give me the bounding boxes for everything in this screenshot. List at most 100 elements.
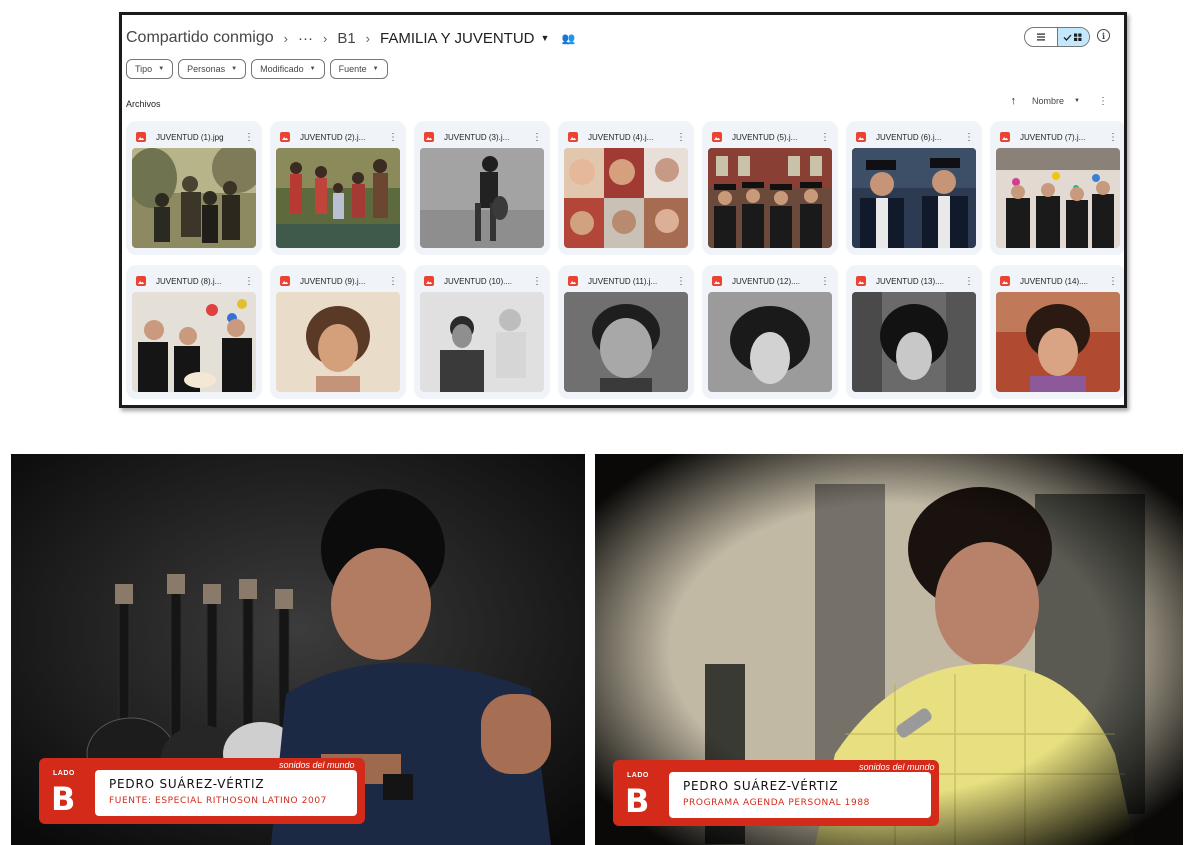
caret-down-icon[interactable]: ▼ <box>541 33 550 43</box>
drive-folder-panel: Compartido conmigo › ··· › B1 › FAMILIA … <box>119 12 1127 408</box>
more-options-icon[interactable]: ⋮ <box>1098 96 1108 107</box>
image-file-icon <box>568 276 578 286</box>
more-options-icon[interactable]: ⋮ <box>820 132 830 143</box>
grid-view-button[interactable] <box>1056 28 1089 46</box>
source-caption: FUENTE: ESPECIAL RITHOSON LATINO 2007 <box>109 796 328 806</box>
file-card[interactable]: JUVENTUD (8).j... ⋮ <box>126 265 262 399</box>
file-card[interactable]: JUVENTUD (10).... ⋮ <box>414 265 550 399</box>
more-options-icon[interactable]: ⋮ <box>244 276 254 287</box>
more-options-icon[interactable]: ⋮ <box>964 276 974 287</box>
files-section-label: Archivos <box>126 99 161 109</box>
filter-chips: Tipo ▼ Personas ▼ Modificado ▼ Fuente ▼ <box>126 59 388 79</box>
person-name: PEDRO SUÁREZ-VÉRTIZ <box>109 777 265 791</box>
person-name: PEDRO SUÁREZ-VÉRTIZ <box>683 779 839 793</box>
image-file-icon <box>280 132 290 142</box>
file-name: JUVENTUD (1).jpg <box>156 132 224 142</box>
more-options-icon[interactable]: ⋮ <box>820 276 830 287</box>
dropdown-arrow-icon: ▼ <box>309 66 316 72</box>
more-options-icon[interactable]: ⋮ <box>244 132 254 143</box>
more-options-icon[interactable]: ⋮ <box>1108 132 1118 143</box>
file-name: JUVENTUD (7).j... <box>1020 132 1086 142</box>
file-name: JUVENTUD (6).j... <box>876 132 942 142</box>
breadcrumb-folder-b1[interactable]: B1 <box>337 30 355 47</box>
file-card[interactable]: JUVENTUD (1).jpg ⋮ <box>126 121 262 255</box>
more-options-icon[interactable]: ⋮ <box>1108 276 1118 287</box>
image-file-icon <box>856 132 866 142</box>
filter-source-chip[interactable]: Fuente ▼ <box>329 59 388 79</box>
file-card[interactable]: JUVENTUD (9).j... ⋮ <box>270 265 406 399</box>
image-file-icon <box>280 276 290 286</box>
dropdown-arrow-icon: ▼ <box>231 66 238 72</box>
file-card[interactable]: JUVENTUD (6).j... ⋮ <box>846 121 982 255</box>
more-options-icon[interactable]: ⋮ <box>388 276 398 287</box>
file-card[interactable]: JUVENTUD (5).j... ⋮ <box>702 121 838 255</box>
filter-type-chip[interactable]: Tipo ▼ <box>126 59 174 79</box>
caret-down-icon[interactable]: ▼ <box>1074 98 1080 104</box>
photo-thumbnail <box>132 292 256 392</box>
sort-bar: ↑ Nombre ▼ ⋮ <box>1011 95 1108 107</box>
file-name: JUVENTUD (13).... <box>876 276 945 286</box>
file-card[interactable]: JUVENTUD (11).j... ⋮ <box>558 265 694 399</box>
dropdown-arrow-icon: ▼ <box>158 66 165 72</box>
sonidos-del-mundo-tag: sonidos del mundo <box>279 760 355 770</box>
file-card[interactable]: JUVENTUD (4).j... ⋮ <box>558 121 694 255</box>
file-name: JUVENTUD (4).j... <box>588 132 654 142</box>
photo-thumbnail <box>420 292 544 392</box>
image-file-icon <box>424 132 434 142</box>
file-card[interactable]: JUVENTUD (14).... ⋮ <box>990 265 1124 399</box>
filter-modified-chip[interactable]: Modificado ▼ <box>251 59 325 79</box>
sort-direction-arrow-icon[interactable]: ↑ <box>1011 95 1017 107</box>
image-file-icon <box>568 132 578 142</box>
more-options-icon[interactable]: ⋮ <box>676 276 686 287</box>
file-card[interactable]: JUVENTUD (13).... ⋮ <box>846 265 982 399</box>
list-view-icon <box>1036 33 1045 41</box>
lower-third-banner: LADO B sonidos del mundo PEDRO SUÁREZ-VÉ… <box>613 760 939 826</box>
image-file-icon <box>136 276 146 286</box>
more-options-icon[interactable]: ⋮ <box>532 276 542 287</box>
file-name: JUVENTUD (3).j... <box>444 132 510 142</box>
lado-label: LADO <box>627 772 649 779</box>
lower-third-banner: LADO B sonidos del mundo PEDRO SUÁREZ-VÉ… <box>39 758 365 824</box>
breadcrumb-shared-with-me[interactable]: Compartido conmigo <box>126 29 274 47</box>
more-options-icon[interactable]: ⋮ <box>964 132 974 143</box>
filter-people-chip[interactable]: Personas ▼ <box>178 59 247 79</box>
shared-people-icon: 👥 <box>561 32 576 45</box>
chevron-right-icon: › <box>322 30 328 46</box>
info-icon[interactable]: i <box>1097 29 1110 42</box>
list-view-button[interactable] <box>1025 28 1057 46</box>
photo-thumbnail <box>420 148 544 248</box>
lado-b-logo: B <box>51 780 76 818</box>
image-file-icon <box>424 276 434 286</box>
image-file-icon <box>136 132 146 142</box>
photo-thumbnail <box>996 292 1120 392</box>
more-options-icon[interactable]: ⋮ <box>676 132 686 143</box>
image-file-icon <box>1000 276 1010 286</box>
more-options-icon[interactable]: ⋮ <box>532 132 542 143</box>
photo-thumbnail <box>996 148 1120 248</box>
sonidos-del-mundo-tag: sonidos del mundo <box>859 762 935 772</box>
file-name: JUVENTUD (5).j... <box>732 132 798 142</box>
photo-thumbnail <box>564 148 688 248</box>
breadcrumb-ellipsis[interactable]: ··· <box>298 30 313 47</box>
sort-name-button[interactable]: Nombre <box>1032 96 1064 106</box>
photo-thumbnail <box>852 292 976 392</box>
image-file-icon <box>712 276 722 286</box>
breadcrumb-current-folder[interactable]: FAMILIA Y JUVENTUD <box>380 30 535 47</box>
more-options-icon[interactable]: ⋮ <box>388 132 398 143</box>
file-card[interactable]: JUVENTUD (2).j... ⋮ <box>270 121 406 255</box>
file-name: JUVENTUD (2).j... <box>300 132 366 142</box>
photo-thumbnail <box>132 148 256 248</box>
image-file-icon <box>712 132 722 142</box>
video-frame-right: LADO B sonidos del mundo PEDRO SUÁREZ-VÉ… <box>595 454 1183 845</box>
file-name: JUVENTUD (14).... <box>1020 276 1089 286</box>
file-card[interactable]: JUVENTUD (12).... ⋮ <box>702 265 838 399</box>
lado-b-logo: B <box>625 782 650 820</box>
photo-thumbnail <box>852 148 976 248</box>
view-toggle <box>1024 27 1090 47</box>
source-caption: PROGRAMA AGENDA PERSONAL 1988 <box>683 798 870 808</box>
chevron-right-icon: › <box>365 30 371 46</box>
file-card[interactable]: JUVENTUD (3).j... ⋮ <box>414 121 550 255</box>
name-box: PEDRO SUÁREZ-VÉRTIZ PROGRAMA AGENDA PERS… <box>669 772 931 818</box>
photo-thumbnail <box>276 148 400 248</box>
file-card[interactable]: JUVENTUD (7).j... ⋮ <box>990 121 1124 255</box>
